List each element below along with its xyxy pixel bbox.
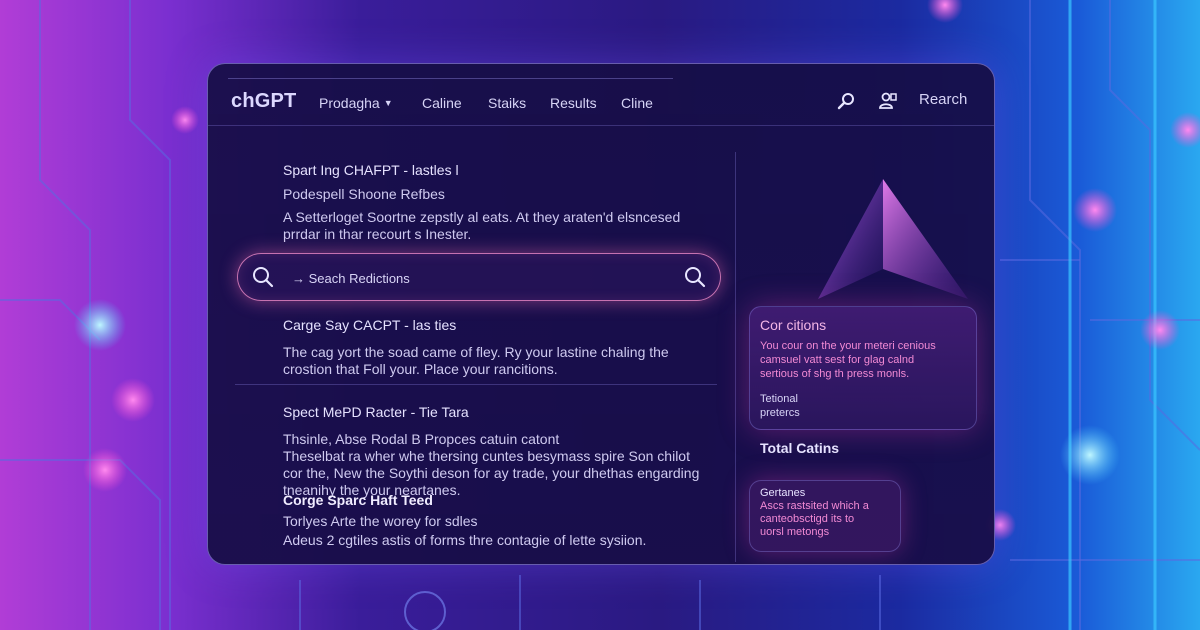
card-text: uorsl metongs	[760, 526, 830, 538]
result-section-1: Spart Ing CHAFPT - lastles l Podespell S…	[283, 162, 680, 243]
card-body: You cour on the your meteri cenious cams…	[760, 339, 936, 381]
section-text: Adeus 2 cgtiles astis of forms thre cont…	[283, 532, 647, 548]
card-body: Gertanes Ascs rastsited which a canteobs…	[760, 487, 869, 539]
card-text: Ascs rastsited which a	[760, 500, 869, 512]
chevron-down-icon: ▼	[383, 98, 393, 108]
card-text: canteobsctigd its to	[760, 513, 855, 525]
section-text: Thsinle, Abse Rodal B Propces catuin cat…	[283, 431, 560, 447]
section-title[interactable]: Corge Sparc Haft Teed	[283, 492, 646, 508]
search-submit-icon[interactable]	[684, 266, 706, 288]
section-subtitle: Podespell Shoone Refbes	[283, 186, 445, 202]
section-title[interactable]: Carge Say CACPT - las ties	[283, 317, 669, 333]
search-icon[interactable]	[836, 91, 856, 111]
user-icon[interactable]	[878, 91, 898, 111]
search-icon[interactable]	[252, 266, 274, 288]
section-text: Theselbat ra wher whe thersing cuntes be…	[283, 448, 690, 464]
top-nav: chGPT Prodagha ▼ Caline Staiks Results Cl…	[208, 64, 994, 126]
card-title: Gertanes	[760, 487, 806, 499]
section-text: The cag yort the soad came of fley. Ry y…	[283, 344, 669, 360]
card-footer-line: pretercs	[760, 407, 800, 419]
app-logo[interactable]: chGPT	[231, 90, 296, 113]
search-input[interactable]	[290, 267, 654, 289]
result-section-3: Spect MePD Racter - Tie Tara Thsinle, Ab…	[283, 404, 699, 499]
card-text: camsuel vatt sest for glag calnd	[760, 354, 915, 366]
nav-item-prodagha[interactable]: Prodagha ▼	[319, 95, 393, 111]
nav-item-cline[interactable]: Cline	[621, 95, 653, 111]
nav-item-staiks[interactable]: Staiks	[488, 95, 526, 111]
card-text: You cour on the your meteri cenious	[760, 340, 936, 352]
section-title[interactable]: Spect MePD Racter - Tie Tara	[283, 404, 699, 420]
card-footer-line: Tetional	[760, 393, 798, 405]
card-footer: Tetional pretercs	[760, 392, 800, 420]
section-divider	[235, 384, 717, 385]
nav-item-results[interactable]: Results	[550, 95, 597, 111]
result-section-4: Corge Sparc Haft Teed Torlyes Arte the w…	[283, 492, 646, 549]
section-text: prrdar in thar recourt s Inester.	[283, 226, 472, 242]
nav-item-label: Prodagha	[319, 95, 380, 111]
nav-top-line	[228, 78, 673, 79]
search-bar	[237, 253, 721, 301]
nav-search-link[interactable]: Rearch	[919, 91, 967, 108]
card-title: Cor citions	[760, 317, 827, 333]
section-text: cor the, New the Soythi deson for ay tra…	[283, 465, 700, 481]
section-text: crostion that Foll your. Place your ranc…	[283, 361, 558, 377]
conditions-card[interactable]: Cor citions You cour on the your meteri …	[749, 306, 977, 430]
section-text: Torlyes Arte the worey for sdles	[283, 513, 478, 529]
sidebar-section-title: Total Catins	[760, 440, 840, 456]
section-title[interactable]: Spart Ing CHAFPT - lastles l	[283, 162, 680, 178]
pyramid-graphic	[818, 179, 968, 299]
card-text: sertious of shg th press monls.	[760, 368, 910, 380]
gertanes-card[interactable]: Gertanes Ascs rastsited which a canteobs…	[749, 480, 901, 552]
section-text: A Setterloget Soortne zepstly al eats. A…	[283, 209, 681, 225]
nav-item-caline[interactable]: Caline	[422, 95, 462, 111]
column-divider	[735, 152, 736, 562]
app-window: chGPT Prodagha ▼ Caline Staiks Results Cl…	[207, 63, 995, 565]
result-section-2: Carge Say CACPT - las ties The cag yort …	[283, 317, 669, 378]
